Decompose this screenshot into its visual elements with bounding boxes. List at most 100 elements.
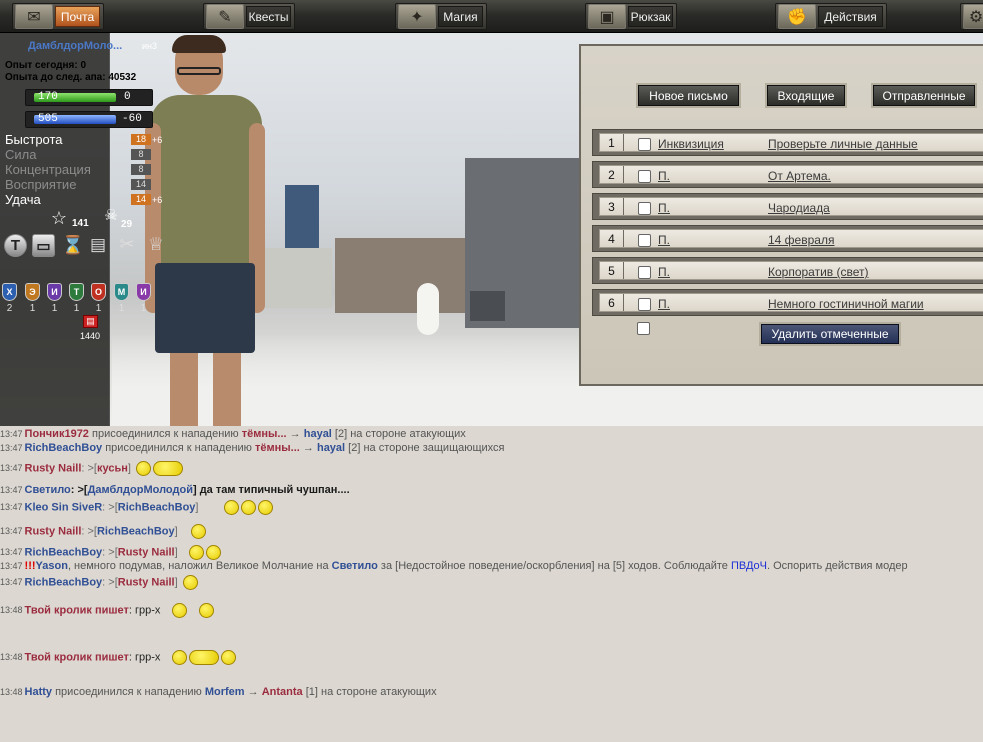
mail-row-checkbox[interactable] bbox=[638, 234, 651, 247]
chat-nick[interactable]: кусьн bbox=[97, 462, 128, 474]
star-icon: ☆ bbox=[50, 207, 68, 228]
nav-actions[interactable]: ✊ Действия bbox=[775, 3, 887, 30]
mail-row[interactable]: 1 Инквизиция Проверьте личные данные bbox=[592, 129, 983, 156]
shield-e-icon[interactable]: Э bbox=[25, 283, 40, 301]
rules-link[interactable]: ПВДоЧ bbox=[731, 560, 767, 572]
chat-nick[interactable]: Hatty bbox=[25, 686, 53, 698]
shield-x-icon[interactable]: Х bbox=[2, 283, 17, 301]
chat-nick[interactable]: Yason bbox=[36, 560, 68, 572]
shield-count: 1 bbox=[95, 303, 102, 314]
chat-nick[interactable]: hayal bbox=[304, 428, 332, 440]
chat-nick[interactable]: Morfem bbox=[205, 686, 245, 698]
mail-sender-link[interactable]: П. bbox=[658, 297, 670, 311]
smiley-icon bbox=[220, 650, 236, 665]
chat-nick[interactable]: Твой кролик пишет bbox=[25, 604, 129, 616]
mail-row-checkbox[interactable] bbox=[638, 170, 651, 183]
chat-text: [2] на стороне защищающихся bbox=[345, 442, 505, 454]
nav-magic[interactable]: ✦ Магия bbox=[395, 3, 487, 30]
chat-nick[interactable]: RichBeachBoy bbox=[118, 501, 196, 513]
mail-panel: Новое письмо Входящие Отправленные 1 Инк… bbox=[579, 44, 983, 386]
chat-nick[interactable]: тёмны... bbox=[255, 442, 300, 454]
mail-row-checkbox[interactable] bbox=[638, 138, 651, 151]
chat-message: 13:47 Rusty Naill: >[RichBeachBoy] bbox=[0, 524, 206, 539]
chat-nick[interactable]: Rusty Naill bbox=[25, 462, 82, 474]
chat-text: [1] на стороне атакующих bbox=[302, 686, 437, 698]
chat-nick[interactable]: Kleo Sin SiveR bbox=[25, 501, 103, 513]
mail-sender-link[interactable]: П. bbox=[658, 169, 670, 183]
mail-sender-link[interactable]: П. bbox=[658, 233, 670, 247]
shield-o-icon[interactable]: О bbox=[91, 283, 106, 301]
gold-chest-icon[interactable]: ▤ bbox=[83, 315, 98, 328]
chat-nick[interactable]: ДамблдорМолодой bbox=[88, 484, 193, 496]
smiley-icon bbox=[198, 603, 214, 618]
chat-nick[interactable]: RichBeachBoy bbox=[25, 442, 103, 454]
wallet-icon[interactable]: ▭ bbox=[32, 234, 55, 257]
chat-message: 13:48 Твой кролик пишет: грр-х bbox=[0, 650, 236, 665]
mail-row[interactable]: 4 П. 14 февраля bbox=[592, 225, 983, 252]
scroll-icon[interactable]: ▤ bbox=[88, 233, 108, 257]
chat-nick[interactable]: Твой кролик пишет bbox=[25, 651, 129, 663]
mana-bar: 505 -60 bbox=[25, 111, 153, 128]
mail-subject-link[interactable]: Чародиада bbox=[768, 201, 830, 215]
chat-timestamp: 13:47 bbox=[0, 577, 23, 588]
hourglass-icon[interactable]: ⌛ bbox=[62, 233, 84, 257]
chat-text: присоединился к нападению bbox=[102, 442, 255, 454]
chat-nick[interactable]: Rusty Naill bbox=[118, 576, 175, 588]
nav-backpack[interactable]: ▣ Рюкзак bbox=[585, 3, 677, 30]
mail-row-checkbox[interactable] bbox=[638, 202, 651, 215]
smiley-icon bbox=[223, 500, 239, 515]
mail-row[interactable]: 3 П. Чародиада bbox=[592, 193, 983, 220]
nav-quests[interactable]: ✎ Квесты bbox=[203, 3, 295, 30]
chat-text: ] bbox=[127, 462, 131, 475]
chat-nick[interactable]: тёмны... bbox=[242, 428, 287, 440]
trophy-icon[interactable]: ♕ bbox=[145, 232, 167, 256]
chat-timestamp: 13:48 bbox=[0, 605, 23, 616]
mail-subject-link[interactable]: Корпоратив (свет) bbox=[768, 265, 869, 279]
chat-nick[interactable]: RichBeachBoy bbox=[25, 576, 103, 588]
tools-icon[interactable]: ✂ bbox=[117, 232, 137, 256]
chat-timestamp: 13:47 bbox=[0, 561, 23, 571]
new-letter-button[interactable]: Новое письмо bbox=[638, 85, 739, 106]
hammer-icon[interactable]: T bbox=[4, 234, 27, 257]
mail-subject-link[interactable]: Немного гостиничной магии bbox=[768, 297, 924, 311]
shield-letter: Х bbox=[6, 287, 13, 297]
mail-subject-link[interactable]: 14 февраля bbox=[768, 233, 834, 247]
chat-nick[interactable]: Rusty Naill bbox=[118, 546, 175, 558]
shield-i-icon[interactable]: И bbox=[47, 283, 62, 301]
mail-subject-link[interactable]: От Артема. bbox=[768, 169, 831, 183]
chat-nick[interactable]: hayal bbox=[317, 442, 345, 454]
mail-row-checkbox[interactable] bbox=[638, 298, 651, 311]
nav-more[interactable]: ⚙ bbox=[960, 3, 983, 30]
chat-nick[interactable]: Светило bbox=[332, 560, 378, 572]
chat-nick[interactable]: Пончик1972 bbox=[25, 428, 89, 440]
mail-row[interactable]: 2 П. От Артема. bbox=[592, 161, 983, 188]
character-name[interactable]: ДамблдорМоло... bbox=[28, 40, 122, 52]
mail-sender-link[interactable]: П. bbox=[658, 265, 670, 279]
mail-sender-link[interactable]: П. bbox=[658, 201, 670, 215]
select-all-checkbox[interactable] bbox=[637, 322, 650, 335]
chat-nick[interactable]: Rusty Naill bbox=[25, 525, 82, 537]
shield-i2-icon[interactable]: И bbox=[136, 283, 151, 301]
chat-nick[interactable]: RichBeachBoy bbox=[25, 546, 103, 558]
chat-text: за [Недостойное поведение/оскорбления] н… bbox=[377, 560, 731, 572]
chat-nick[interactable]: RichBeachBoy bbox=[97, 525, 175, 537]
shield-count: 1 bbox=[118, 303, 125, 314]
chat-text: : >[ bbox=[70, 484, 88, 496]
mail-row[interactable]: 6 П. Немного гостиничной магии bbox=[592, 289, 983, 316]
nav-mail[interactable]: ✉ Почта bbox=[12, 3, 104, 30]
inbox-button[interactable]: Входящие bbox=[767, 85, 845, 106]
chat-nick[interactable]: Antanta bbox=[262, 686, 303, 698]
chat-nick[interactable]: Светило bbox=[25, 484, 71, 496]
shield-t-icon[interactable]: Т bbox=[69, 283, 84, 301]
mail-row-number: 4 bbox=[600, 230, 624, 247]
delete-selected-button[interactable]: Удалить отмеченные bbox=[761, 324, 899, 344]
mail-subject-link[interactable]: Проверьте личные данные bbox=[768, 137, 918, 151]
shield-letter: О bbox=[94, 287, 102, 297]
mail-row[interactable]: 5 П. Корпоратив (свет) bbox=[592, 257, 983, 284]
shield-m-icon[interactable]: М bbox=[114, 283, 129, 301]
sent-button[interactable]: Отправленные bbox=[873, 85, 975, 106]
mail-sender-link[interactable]: Инквизиция bbox=[658, 137, 724, 151]
smiley-icon bbox=[188, 545, 204, 560]
chat-text: : >[ bbox=[81, 525, 97, 538]
mail-row-checkbox[interactable] bbox=[638, 266, 651, 279]
